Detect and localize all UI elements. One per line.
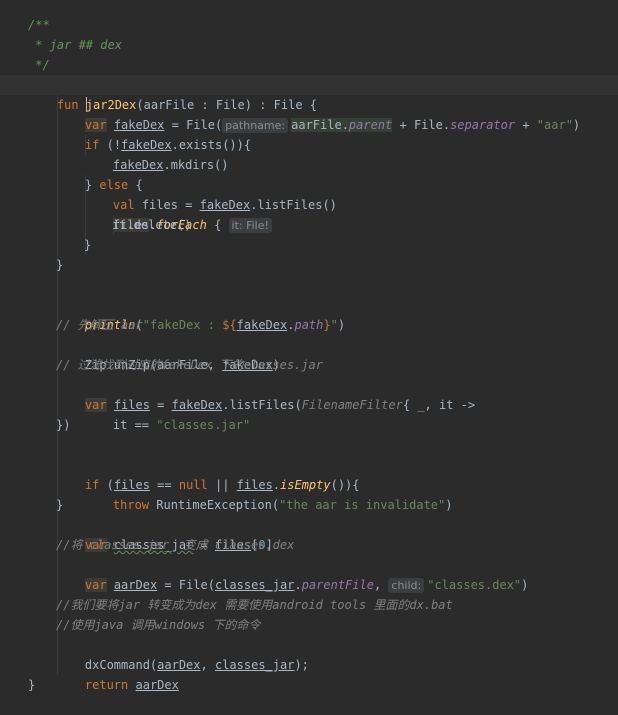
code-line: var aarDex = File(classes_jar.parentFile… [56, 555, 528, 593]
property-parentfile: parentFile [301, 578, 374, 592]
variable-classes-jar: classes_jar [214, 658, 295, 672]
parameter-hint: child: [388, 578, 425, 593]
string-literal: "the aar is invalidate" [279, 498, 446, 512]
code-line: Zip.unZip(aarFile, fakeDex) [56, 335, 280, 372]
code-line: throw RuntimeException("the aar is inval… [84, 475, 453, 512]
property-parent: parent [348, 118, 393, 132]
code-line: dxCommand(aarDex, classes_jar); [56, 635, 309, 672]
code-token: ) [445, 498, 453, 512]
code-token: + [515, 118, 537, 132]
code-token: ) [521, 578, 529, 592]
string-literal: "classes.dex" [427, 578, 522, 592]
string-literal: "aar" [536, 118, 573, 132]
template-open: ${ [222, 318, 237, 332]
lambda-type-hint: it: File! [228, 218, 272, 233]
code-token: it == [112, 418, 157, 432]
code-token: RuntimeException( [149, 498, 280, 512]
doc-comment-text: * jar ## dex [28, 38, 122, 52]
code-line: println("fakeDex : ${fakeDex.path}") [56, 295, 345, 332]
comment-line: // 先解压 aar [56, 318, 143, 332]
code-line: var files = fakeDex.listFiles(FilenameFi… [56, 375, 475, 412]
code-token: ) [572, 118, 581, 132]
string-literal: "fakeDex : [142, 318, 223, 332]
code-token: = File( [157, 578, 215, 592]
code-line: var classes_jar = files[0] [56, 515, 273, 552]
variable-aardex: aarDex [113, 578, 158, 592]
doc-comment-close: */ [28, 58, 50, 72]
template-close: } [323, 318, 331, 332]
code-token: , [373, 578, 389, 592]
code-token: { _, it -> [402, 398, 476, 412]
variable-aardex: aarDex [135, 678, 179, 692]
code-token: ) [337, 318, 346, 332]
var-keyword: var [84, 578, 107, 592]
code-token: aarFile. [291, 118, 349, 132]
code-token: + File. [392, 118, 451, 132]
string-literal: " [330, 318, 338, 332]
code-line: var fakeDex = File(pathname: aarFile.pare… [56, 95, 580, 133]
property-path: path [294, 318, 324, 332]
code-line: it.delete() [112, 218, 192, 232]
code-line: } [84, 238, 92, 252]
code-line: val files = fakeDex.listFiles() [84, 175, 337, 212]
code-line: } [56, 498, 64, 512]
code-line: return aarDex [56, 655, 179, 692]
code-editor[interactable]: /** * jar ## dex */ fun jar2Dex(aarFile … [0, 0, 618, 700]
comment-line: //我们要将jar 转变成为dex 需要使用android tools 里面的d… [56, 598, 453, 612]
code-line: } [56, 258, 64, 272]
function-declaration: fun jar2Dex(aarFile : File) : File { [28, 75, 317, 112]
code-token: .mkdirs() [163, 158, 229, 172]
throw-keyword: throw [112, 498, 150, 512]
code-token: ); [294, 658, 309, 672]
code-line: }) [56, 418, 71, 432]
return-keyword: return [84, 678, 129, 692]
variable-classes-jar: classes_jar [214, 578, 295, 592]
code-token: { [206, 218, 222, 232]
code-line: if (files == null || files.isEmpty()){ [56, 455, 360, 492]
comment-line: //使用java 调用windows 下的命令 [56, 618, 261, 632]
code-line: } else { [56, 155, 143, 192]
code-line: } [28, 678, 36, 692]
code-line: fakeDex.mkdirs() [84, 135, 229, 172]
code-token: , [200, 658, 215, 672]
comment-line: //将 classes.jar 变成 classes.dex [56, 538, 295, 552]
code-token: . [294, 578, 302, 592]
doc-comment-open: /** [28, 18, 50, 32]
selected-expression: aarFile.parent [291, 118, 393, 132]
comment-line: // 过滤找到对应的fakeDex 下的classes.jar [56, 358, 323, 372]
variable-fakedex: fakeDex [236, 318, 288, 332]
code-line: it == "classes.jar" [84, 395, 250, 432]
string-literal: "classes.jar" [156, 418, 251, 432]
property-separator: separator [450, 118, 516, 132]
filenamefilter-type: FilenameFilter [301, 398, 403, 412]
code-line: files.forEach { it: File! [84, 195, 275, 233]
code-line: if (!fakeDex.exists()){ [56, 115, 251, 152]
